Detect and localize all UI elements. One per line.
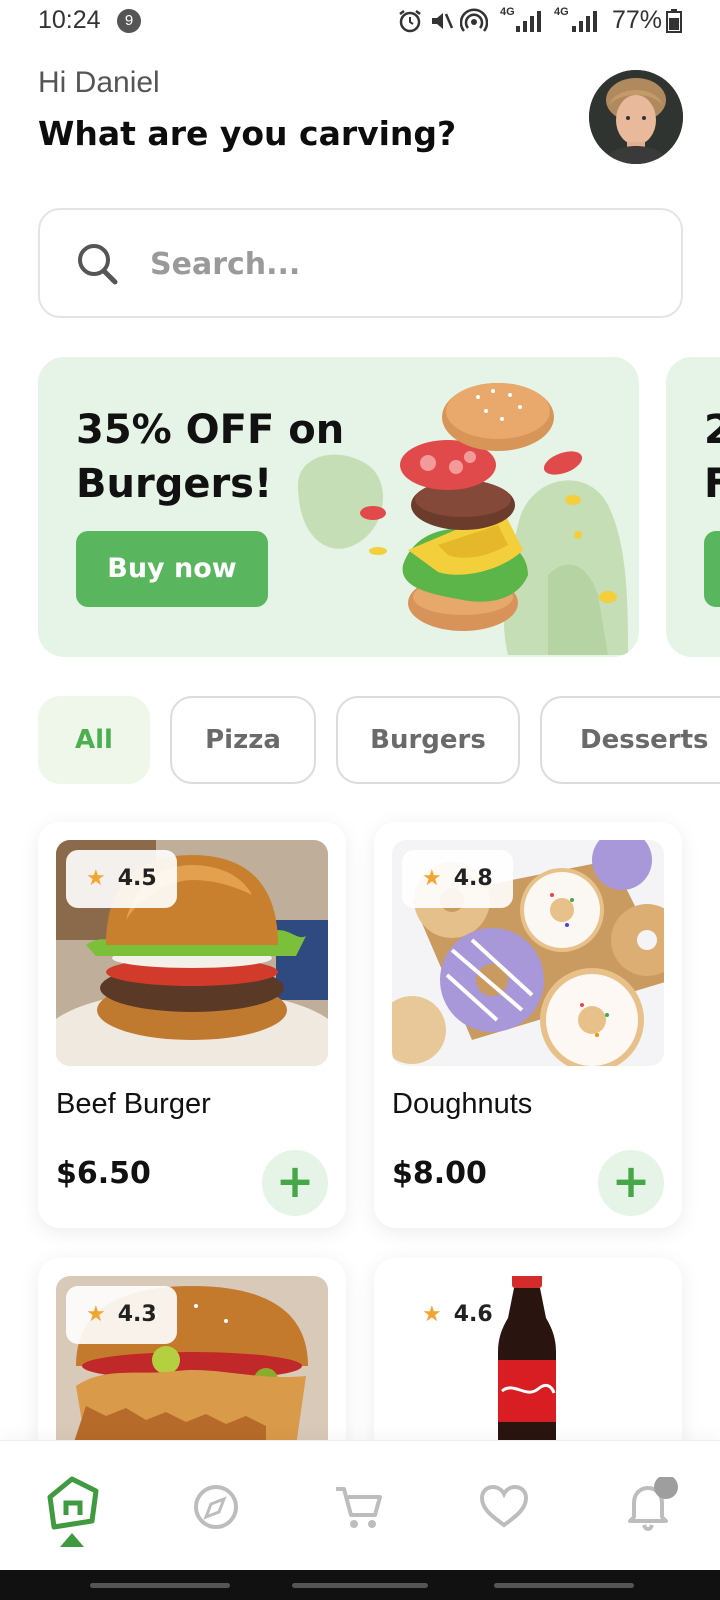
product-card[interactable]: ★ 4.6 <box>374 1258 682 1458</box>
star-icon: ★ <box>422 866 442 891</box>
search-icon <box>78 244 118 285</box>
category-chip-pizza[interactable]: Pizza <box>170 696 316 784</box>
plus-icon: + <box>275 1154 315 1208</box>
battery-icon <box>666 9 682 33</box>
product-name: Doughnuts <box>392 1088 533 1120</box>
rating-value: 4.3 <box>117 1302 157 1327</box>
mute-icon <box>432 13 454 29</box>
search-input[interactable] <box>150 236 630 292</box>
promo-banner[interactable]: 35% OFF on Burgers! Buy now <box>38 357 639 657</box>
network-type-1: 4G <box>500 6 515 18</box>
notification-count-badge: 9 <box>117 9 141 33</box>
hotspot-icon <box>460 8 488 32</box>
signal-icon-2 <box>572 11 597 32</box>
promo-banner-next[interactable]: 2 F <box>666 357 720 657</box>
status-bar: 10:24 9 4G 4G 77% <box>0 0 720 44</box>
home-button[interactable] <box>292 1583 428 1588</box>
product-price: $8.00 <box>392 1156 487 1191</box>
signal-icon-1 <box>516 11 541 32</box>
bottom-navigation <box>0 1440 720 1570</box>
product-image: ★ 4.3 <box>56 1276 328 1458</box>
promo-next-title: 2 F <box>704 407 720 507</box>
greeting-text: Hi Daniel <box>38 66 160 99</box>
active-nav-indicator <box>60 1533 84 1547</box>
buy-now-button[interactable]: Buy now <box>76 531 268 607</box>
plus-icon: + <box>611 1154 651 1208</box>
profile-photo <box>589 70 683 164</box>
product-card[interactable]: ★ 4.5 Beef Burger $6.50 + <box>38 822 346 1228</box>
status-time: 10:24 <box>38 6 101 34</box>
cart-icon[interactable] <box>330 1477 390 1537</box>
network-type-2: 4G <box>554 6 569 18</box>
promo-next-button[interactable] <box>704 531 720 607</box>
rating-badge: ★ 4.5 <box>66 850 177 908</box>
product-image: ★ 4.6 <box>392 1276 664 1458</box>
product-image: ★ 4.8 <box>392 840 664 1066</box>
compass-icon[interactable] <box>186 1477 246 1537</box>
page-title: What are you carving? <box>38 114 457 153</box>
rating-value: 4.6 <box>453 1302 493 1327</box>
rating-value: 4.5 <box>117 866 157 891</box>
search-bar[interactable] <box>38 208 683 318</box>
add-to-cart-button[interactable]: + <box>598 1150 664 1216</box>
star-icon: ★ <box>422 1302 442 1327</box>
back-button[interactable] <box>494 1583 634 1588</box>
product-card[interactable]: ★ 4.8 Doughnuts $8.00 + <box>374 822 682 1228</box>
alarm-icon <box>399 10 421 33</box>
burger-illustration <box>298 383 628 655</box>
home-icon[interactable] <box>42 1471 102 1531</box>
bell-icon[interactable] <box>618 1477 678 1537</box>
category-chip-desserts[interactable]: Desserts <box>540 696 720 784</box>
product-name: Beef Burger <box>56 1088 211 1120</box>
rating-badge: ★ 4.6 <box>402 1286 513 1344</box>
rating-badge: ★ 4.8 <box>402 850 513 908</box>
product-image: ★ 4.5 <box>56 840 328 1066</box>
recent-apps-button[interactable] <box>90 1583 230 1588</box>
rating-badge: ★ 4.3 <box>66 1286 177 1344</box>
category-chip-all[interactable]: All <box>38 696 150 784</box>
product-price: $6.50 <box>56 1156 151 1191</box>
star-icon: ★ <box>86 866 106 891</box>
add-to-cart-button[interactable]: + <box>262 1150 328 1216</box>
product-card[interactable]: ★ 4.3 <box>38 1258 346 1458</box>
category-chip-burgers[interactable]: Burgers <box>336 696 520 784</box>
rating-value: 4.8 <box>453 866 493 891</box>
star-icon: ★ <box>86 1302 106 1327</box>
battery-percentage: 77% <box>612 6 663 34</box>
avatar[interactable] <box>589 70 683 164</box>
heart-icon[interactable] <box>474 1477 534 1537</box>
